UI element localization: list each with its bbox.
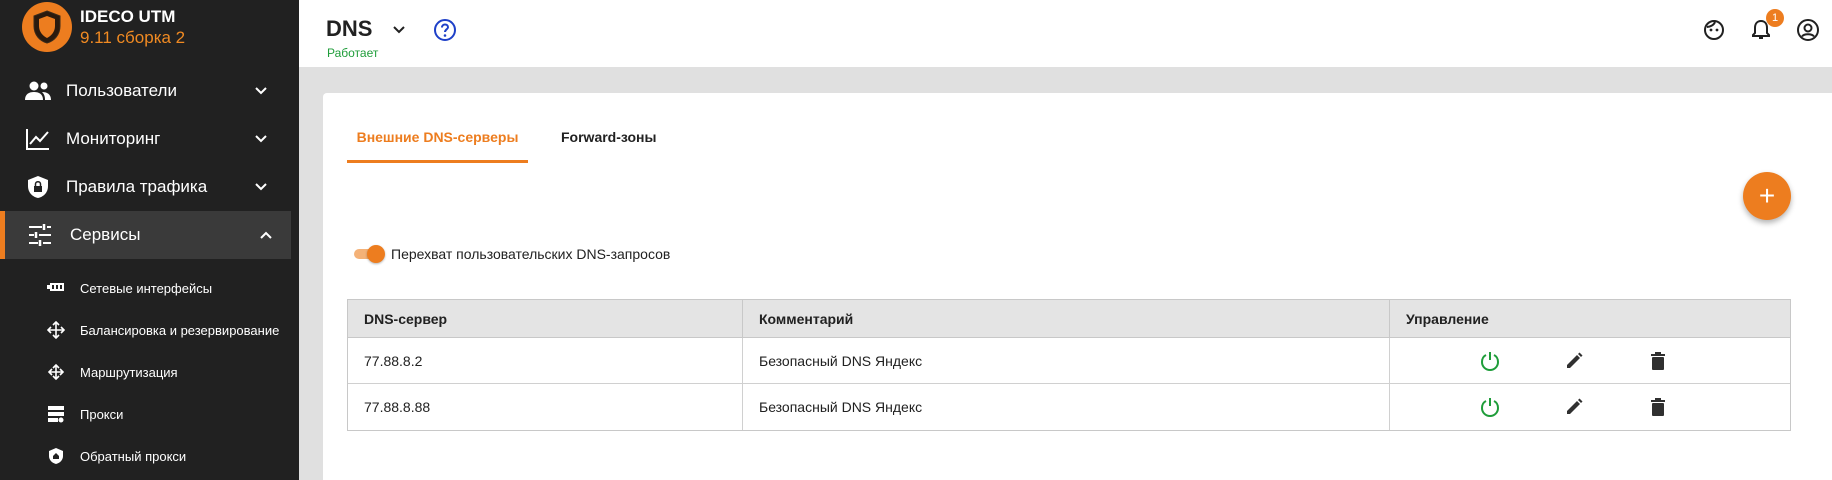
delete-icon[interactable]	[1647, 350, 1669, 372]
power-icon[interactable]	[1479, 396, 1501, 418]
column-header-comment[interactable]: Комментарий	[743, 300, 1390, 337]
notification-badge: 1	[1766, 9, 1784, 27]
sidebar-subitem-network-interfaces[interactable]: Сетевые интерфейсы	[0, 267, 291, 309]
column-header-dns-server[interactable]: DNS-сервер	[348, 300, 743, 337]
table-row[interactable]: 77.88.8.88 Безопасный DNS Яндекс	[348, 384, 1790, 430]
users-icon	[25, 79, 51, 103]
chevron-down-icon	[255, 183, 267, 191]
table-header-row: DNS-сервер Комментарий Управление	[348, 300, 1790, 338]
sidebar-subitem-balancing[interactable]: Балансировка и резервирование	[0, 309, 291, 351]
sidebar-subitem-label: Прокси	[80, 406, 124, 422]
comment-cell: Безопасный DNS Яндекс	[743, 338, 1390, 383]
sidebar-subitem-label: Балансировка и резервирование	[80, 322, 280, 338]
chevron-up-icon	[260, 231, 272, 239]
dns-server-cell: 77.88.8.88	[348, 384, 743, 430]
support-agent-icon[interactable]	[1702, 18, 1726, 42]
brand-title: IDECO UTM	[80, 6, 176, 26]
column-header-actions: Управление	[1406, 310, 1489, 327]
sidebar-subitem-proxy[interactable]: Прокси	[0, 393, 291, 435]
sidebar-subitem-label: Сетевые интерфейсы	[80, 280, 213, 296]
ideco-logo-icon[interactable]	[22, 2, 72, 52]
shield-lock-icon	[25, 175, 51, 199]
page-title: DNS	[326, 16, 373, 41]
sidebar-item-users[interactable]: Пользователи	[0, 67, 291, 115]
sidebar-subitem-label: Обратный прокси	[80, 448, 187, 464]
tab-external-dns[interactable]: Внешние DNS-серверы	[347, 129, 528, 163]
sidebar-item-label: Мониторинг	[66, 129, 161, 148]
title-dropdown-chevron-icon[interactable]	[391, 22, 407, 38]
brand: IDECO UTM 9.11 сборка 2	[0, 0, 299, 54]
network-card-icon	[46, 279, 66, 297]
sidebar: IDECO UTM 9.11 сборка 2 Пользователи Мон…	[0, 0, 299, 480]
chevron-down-icon	[255, 135, 267, 143]
add-button[interactable]: +	[1743, 172, 1791, 220]
sidebar-subitem-routing[interactable]: Маршрутизация	[0, 351, 291, 393]
delete-icon[interactable]	[1647, 396, 1669, 418]
help-icon[interactable]	[433, 18, 457, 42]
intercept-dns-toggle[interactable]	[354, 245, 385, 263]
chevron-down-icon	[255, 87, 267, 95]
sidebar-item-services[interactable]: Сервисы	[0, 211, 291, 259]
move-arrows-icon	[46, 363, 66, 381]
comment-cell: Безопасный DNS Яндекс	[743, 384, 1390, 430]
service-status: Работает	[327, 46, 379, 60]
dns-servers-table: DNS-сервер Комментарий Управление 77.88.…	[347, 299, 1791, 431]
sidebar-subitem-reverse-proxy[interactable]: Обратный прокси	[0, 435, 291, 477]
sidebar-item-traffic-rules[interactable]: Правила трафика	[0, 163, 291, 211]
toggle-thumb	[367, 245, 385, 263]
brand-version: 9.11 сборка 2	[80, 27, 186, 47]
chart-line-icon	[25, 127, 51, 151]
edit-icon[interactable]	[1563, 396, 1585, 418]
intercept-dns-label: Перехват пользовательских DNS-запросов	[391, 246, 671, 262]
account-icon[interactable]	[1796, 18, 1820, 42]
server-icon	[46, 405, 66, 423]
power-icon[interactable]	[1479, 350, 1501, 372]
sidebar-item-label: Правила трафика	[66, 177, 208, 196]
tune-icon	[27, 223, 53, 247]
arrows-split-icon	[46, 321, 66, 339]
dns-server-cell: 77.88.8.2	[348, 338, 743, 383]
sidebar-item-label: Пользователи	[66, 81, 177, 100]
sidebar-subitem-label: Маршрутизация	[80, 364, 178, 380]
table-row[interactable]: 77.88.8.2 Безопасный DNS Яндекс	[348, 338, 1790, 384]
actions-cell	[1390, 384, 1790, 430]
main-card: Внешние DNS-серверы Forward-зоны + Перех…	[323, 93, 1832, 480]
shield-home-icon	[46, 447, 66, 465]
sidebar-item-label: Сервисы	[70, 225, 141, 244]
actions-cell	[1390, 338, 1790, 383]
tab-forward-zones[interactable]: Forward-зоны	[561, 129, 661, 163]
top-header: DNS Работает 1	[299, 0, 1832, 67]
edit-icon[interactable]	[1563, 350, 1585, 372]
sidebar-item-monitoring[interactable]: Мониторинг	[0, 115, 291, 163]
